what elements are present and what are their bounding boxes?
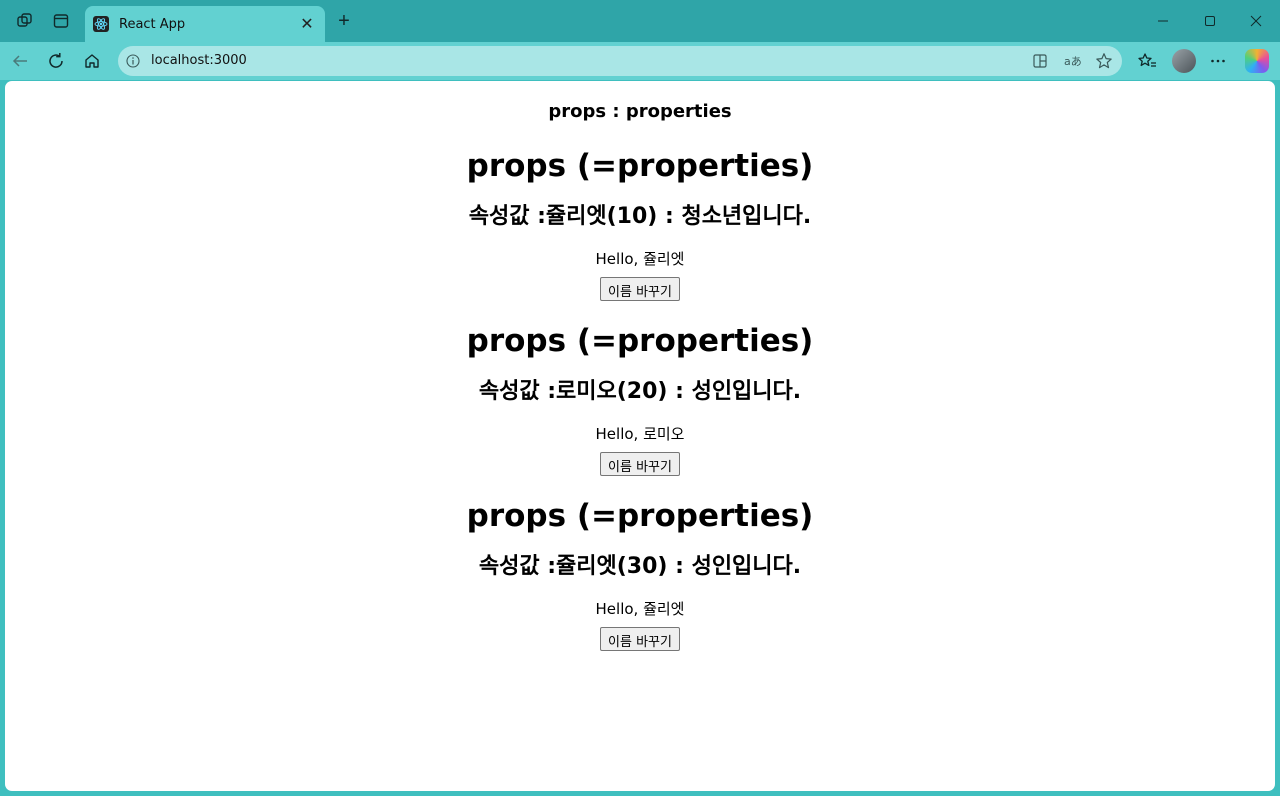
tab-title: React App [119,16,186,32]
tab-actions-icon[interactable] [49,9,73,33]
site-info-icon[interactable] [124,52,142,70]
refresh-icon[interactable] [42,47,70,75]
react-icon [93,16,109,32]
greeting-text: Hello, 쥴리엣 [595,250,685,268]
props-block: props (=properties) 속성값 :쥴리엣(10) : 청소년입니… [5,146,1275,301]
svg-text:aあ: aあ [1064,55,1081,68]
attribute-text: 속성값 :로미오(20) : 성인입니다. [478,379,802,404]
tab-react-app[interactable]: React App ✕ [85,6,325,42]
more-options-icon[interactable] [1204,47,1232,75]
change-name-button[interactable]: 이름 바꾸기 [600,452,680,476]
read-aloud-icon[interactable]: aあ [1062,51,1082,71]
home-icon[interactable] [78,47,106,75]
address-bar[interactable]: localhost:3000 aあ [118,46,1122,76]
workspaces-icon[interactable] [13,9,37,33]
page-heading: props : properties [548,101,732,122]
close-icon[interactable]: ✕ [295,14,319,34]
greeting-text: Hello, 로미오 [595,425,685,443]
copilot-icon[interactable] [1245,49,1269,73]
new-tab-icon[interactable]: + [332,9,356,33]
maximize-icon[interactable] [1187,8,1233,34]
attribute-text: 속성값 :쥴리엣(30) : 성인입니다. [478,554,802,579]
close-window-icon[interactable] [1233,8,1279,34]
favorites-icon[interactable] [1133,47,1161,75]
change-name-button[interactable]: 이름 바꾸기 [600,277,680,301]
browser-titlebar: React App ✕ + [0,0,1280,42]
attribute-text: 속성값 :쥴리엣(10) : 청소년입니다. [468,204,812,229]
back-icon[interactable] [6,47,34,75]
greeting-text: Hello, 쥴리엣 [595,600,685,618]
browser-navbar: localhost:3000 aあ [0,42,1280,80]
props-block: props (=properties) 속성값 :로미오(20) : 성인입니다… [5,321,1275,476]
props-block: props (=properties) 속성값 :쥴리엣(30) : 성인입니다… [5,496,1275,651]
profile-avatar[interactable] [1172,49,1196,73]
app-available-icon[interactable] [1030,51,1050,71]
minimize-icon[interactable] [1140,8,1186,34]
block-title: props (=properties) [466,498,814,534]
url-text: localhost:3000 [151,53,247,68]
change-name-button[interactable]: 이름 바꾸기 [600,627,680,651]
react-app-root: props : properties props (=properties) 속… [5,81,1275,651]
block-title: props (=properties) [466,148,814,184]
page-viewport: props : properties props (=properties) 속… [5,81,1275,791]
block-title: props (=properties) [466,323,814,359]
favorite-star-icon[interactable] [1094,51,1114,71]
